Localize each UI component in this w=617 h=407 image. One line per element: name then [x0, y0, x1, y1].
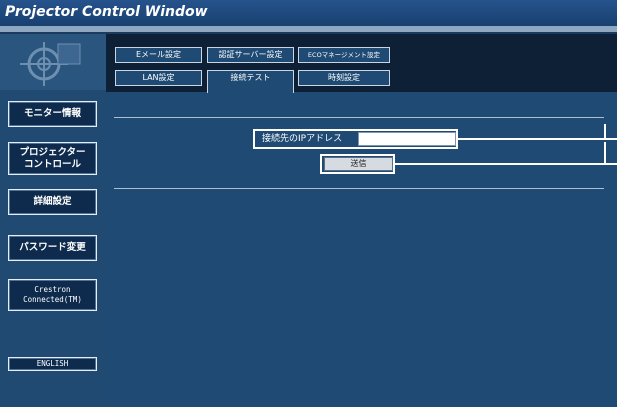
projector-logo [0, 34, 106, 90]
projector-logo-icon [20, 42, 81, 86]
callout-line-ip-up [604, 124, 606, 139]
title-bar: Projector Control Window [0, 0, 617, 26]
tab-label: LAN設定 [142, 73, 175, 82]
sidebar-item-monitor-info[interactable]: モニター情報 [8, 101, 97, 127]
ip-address-input[interactable] [358, 132, 456, 146]
tab-label: 認証サーバー設定 [218, 50, 283, 59]
tab-lan[interactable]: LAN設定 [115, 70, 202, 86]
sidebar-item-label: Crestron Connected(TM) [23, 285, 82, 304]
sidebar-item-label: ENGLISH [36, 359, 69, 368]
callout-line-ip [458, 138, 617, 140]
tab-eco[interactable]: ECOマネージメント設定 [298, 47, 390, 63]
sidebar-item-label: モニター情報 [23, 108, 81, 119]
sidebar-item-label: プロジェクター コントロール [19, 146, 86, 170]
tab-label: 時刻設定 [328, 73, 360, 82]
tab-auth-server[interactable]: 認証サーバー設定 [207, 47, 294, 63]
sidebar-item-projector-control[interactable]: プロジェクター コントロール [8, 142, 97, 175]
sidebar-item-password-change[interactable]: パスワード変更 [8, 235, 97, 261]
tab-time[interactable]: 時刻設定 [298, 70, 390, 86]
sidebar-item-english[interactable]: ENGLISH [8, 357, 97, 371]
tab-email[interactable]: Eメール設定 [115, 47, 202, 63]
sidebar-item-label: 詳細設定 [33, 196, 72, 207]
callout-line-send-up [604, 142, 606, 164]
tab-label: Eメール設定 [135, 50, 182, 59]
send-button[interactable]: 送信 [324, 157, 393, 171]
sidebar-item-crestron[interactable]: Crestron Connected(TM) [8, 279, 97, 311]
sidebar-item-detailed-settings[interactable]: 詳細設定 [8, 189, 97, 215]
divider-top [114, 117, 604, 118]
divider-bottom [114, 188, 604, 189]
sidebar-item-label: パスワード変更 [19, 242, 86, 253]
tab-connection-test[interactable]: 接続テスト [207, 70, 294, 93]
window-title: Projector Control Window [5, 4, 208, 20]
ip-address-label: 接続先のIPアドレス [262, 134, 343, 144]
tab-label: ECOマネージメント設定 [307, 51, 381, 59]
callout-line-send [395, 163, 617, 165]
tab-label: 接続テスト [230, 73, 271, 82]
